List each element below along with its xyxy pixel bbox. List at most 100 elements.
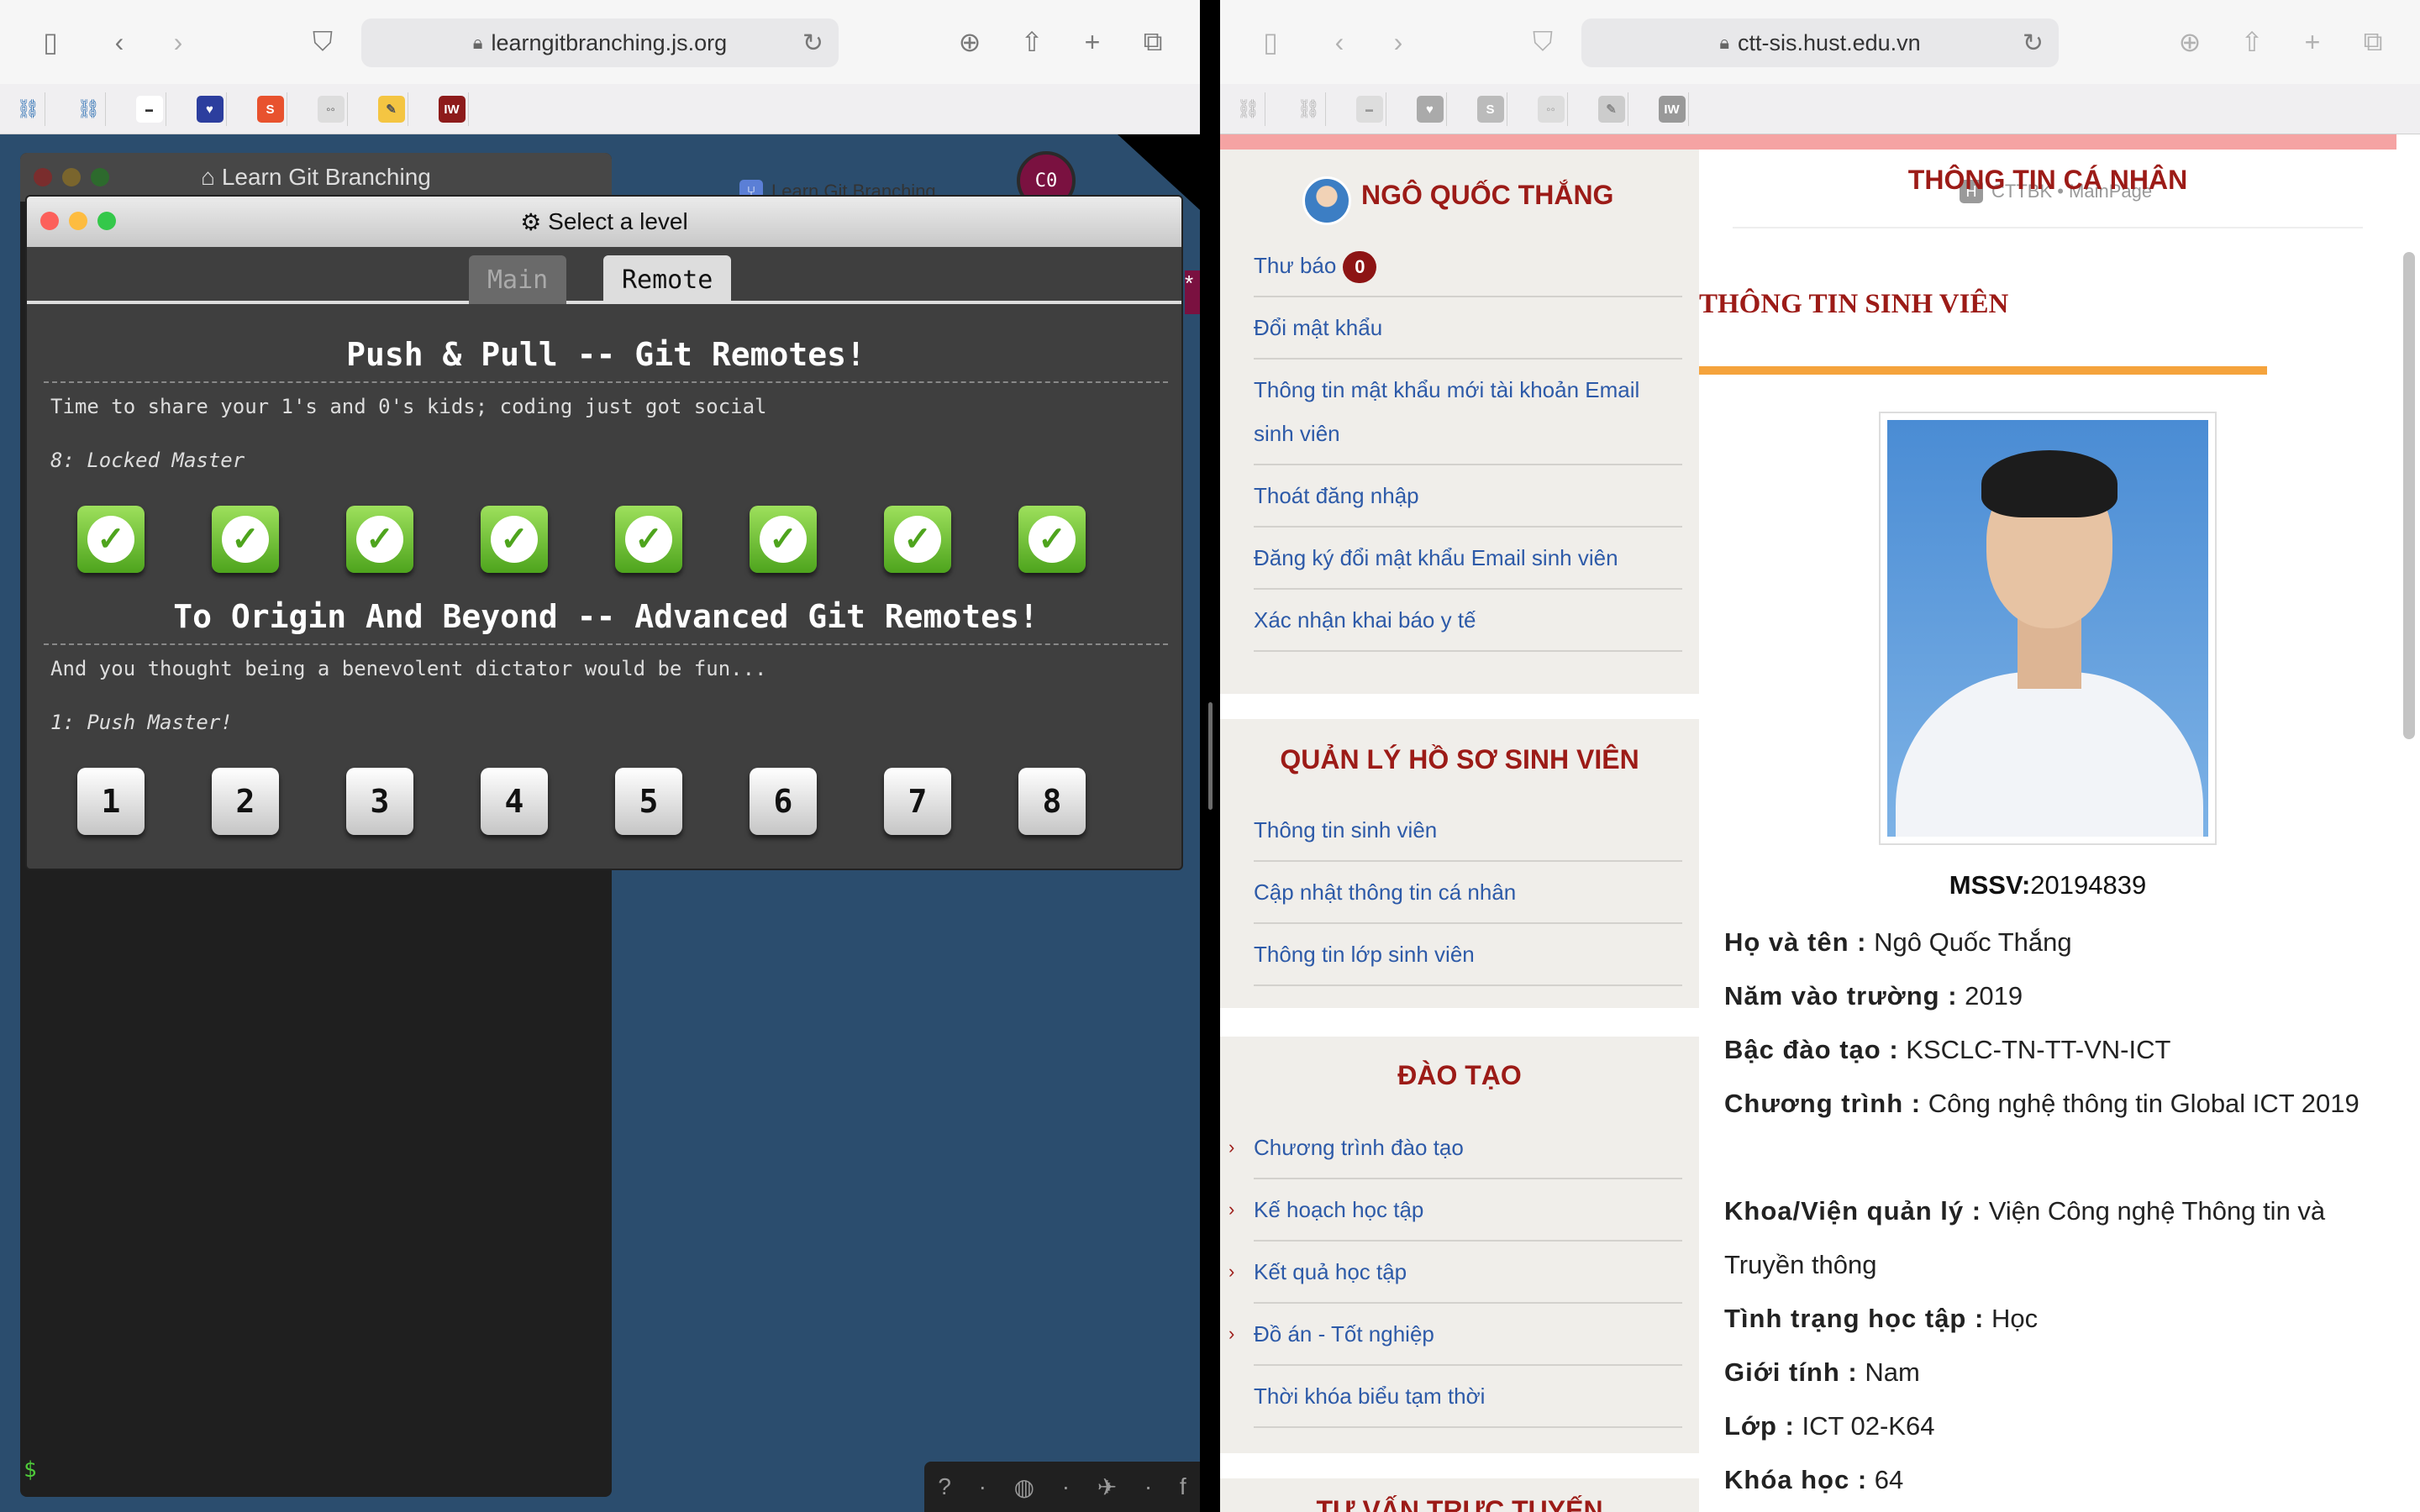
reload-icon[interactable]: ↻ — [2023, 29, 2044, 58]
download-icon[interactable]: ⊕ — [2170, 22, 2210, 62]
new-tab-icon[interactable]: + — [2292, 22, 2333, 62]
sidebar-item[interactable]: › Đồ án - Tốt nghiệp — [1228, 1304, 1682, 1366]
level-button-completed[interactable]: ✓ — [212, 506, 279, 573]
split-view-divider[interactable] — [1200, 0, 1220, 1512]
level-button[interactable]: 8 — [1018, 768, 1086, 835]
level-button[interactable]: 3 — [346, 768, 413, 835]
globe-icon[interactable]: ◍ — [1014, 1473, 1034, 1501]
sidebar-item[interactable]: Thông tin sinh viên — [1254, 800, 1682, 862]
sidebar-item[interactable]: › Kế hoạch học tập — [1228, 1179, 1682, 1242]
help-icon[interactable]: ? — [938, 1473, 951, 1500]
bookmark-1[interactable]: ⛓ — [12, 92, 45, 126]
bookmark-8[interactable]: IW — [435, 92, 469, 126]
level-button-completed[interactable]: ✓ — [346, 506, 413, 573]
modal-zoom-icon[interactable] — [97, 212, 116, 230]
address-bar[interactable]: 🔒︎ ctt-sis.hust.edu.vn ↻ — [1581, 18, 2059, 67]
download-icon[interactable]: ⊕ — [950, 22, 990, 62]
sidebar-item-label: Thông tin sinh viên — [1254, 817, 1438, 843]
sidebar-item-label: Kết quả học tập — [1254, 1259, 1407, 1284]
bookmark-5[interactable]: S — [1474, 92, 1507, 126]
top-accent-line — [1220, 134, 2396, 150]
bookmark-3[interactable]: ▬ — [1353, 92, 1386, 126]
sidebar-item[interactable]: › Kết quả học tập — [1228, 1242, 1682, 1304]
close-icon[interactable] — [34, 168, 52, 186]
level-button[interactable]: 5 — [615, 768, 682, 835]
address-bar[interactable]: 🔒︎ learngitbranching.js.org ↻ — [361, 18, 839, 67]
level-button[interactable]: 2 — [212, 768, 279, 835]
sidebar-item[interactable]: Đăng ký đổi mật khẩu Email sinh viên — [1254, 528, 1682, 590]
share-icon[interactable]: ⇧ — [2232, 22, 2272, 62]
reload-icon[interactable]: ↻ — [802, 29, 823, 58]
sidebar-item[interactable]: Thông tin mật khẩu mới tài khoản Email s… — [1254, 360, 1682, 465]
info-row: Chương trình : Công nghệ thông tin Globa… — [1724, 1077, 2380, 1131]
privacy-shield-icon[interactable]: ⛉ — [1523, 22, 1563, 62]
modal-minimize-icon[interactable] — [69, 212, 87, 230]
level-button[interactable]: 7 — [884, 768, 951, 835]
bookmark-6[interactable]: ◦◦ — [1534, 92, 1568, 126]
divider-grip[interactable] — [1208, 702, 1213, 810]
student-id-value: 20194839 — [2030, 870, 2147, 900]
info-row: Giới tính : Nam — [1724, 1346, 2380, 1399]
forward-arrow-icon[interactable]: › — [1378, 22, 1418, 62]
bookmark-4[interactable]: ♥ — [193, 92, 227, 126]
sidebar-item[interactable]: Thoát đăng nhập — [1254, 465, 1682, 528]
field-label: Lớp : — [1724, 1411, 1795, 1441]
home-icon: ⌂ — [201, 164, 222, 190]
bookmark-7[interactable]: ✎ — [375, 92, 408, 126]
tab-overview-icon[interactable]: ⧉ — [2353, 22, 2393, 62]
portrait-image — [1887, 420, 2208, 837]
level-button-completed[interactable]: ✓ — [615, 506, 682, 573]
twitter-icon[interactable]: ✈ — [1097, 1473, 1117, 1501]
sidebar-item[interactable]: › Chương trình đào tạo — [1228, 1117, 1682, 1179]
bookmark-7[interactable]: ✎ — [1595, 92, 1628, 126]
bookmark-3[interactable]: ▬ — [133, 92, 166, 126]
level-button-completed[interactable]: ✓ — [1018, 506, 1086, 573]
minimize-icon[interactable] — [62, 168, 81, 186]
unread-count-badge: 0 — [1343, 251, 1377, 284]
level-button-completed[interactable]: ✓ — [481, 506, 548, 573]
share-icon[interactable]: ⇧ — [1012, 22, 1052, 62]
accent-bar — [1699, 366, 2267, 375]
field-value: Học — [1991, 1304, 2039, 1333]
facebook-icon[interactable]: f — [1180, 1473, 1186, 1500]
side-commit-edge: * — [1185, 270, 1200, 314]
tab-overview-icon[interactable]: ⧉ — [1133, 22, 1173, 62]
sidebar-item[interactable]: Thông tin lớp sinh viên — [1254, 924, 1682, 986]
bookmark-8[interactable]: IW — [1655, 92, 1689, 126]
bookmark-6[interactable]: ◦◦ — [314, 92, 348, 126]
terminal-prompt[interactable]: $ — [24, 1457, 37, 1483]
sidebar-item[interactable]: Thời khóa biểu tạm thời — [1254, 1366, 1682, 1428]
sidebar-toggle-icon[interactable]: ▯ — [1250, 22, 1291, 62]
modal-close-icon[interactable] — [40, 212, 59, 230]
level-button-completed[interactable]: ✓ — [77, 506, 145, 573]
back-arrow-icon[interactable]: ‹ — [1319, 22, 1360, 62]
sidebar-item[interactable]: Thư báo 0 — [1254, 235, 1682, 297]
new-tab-icon[interactable]: + — [1072, 22, 1113, 62]
bookmark-1[interactable]: ⛓ — [1232, 92, 1265, 126]
sidebar-item[interactable]: Xác nhận khai báo y tế — [1254, 590, 1682, 652]
page-scrollbar[interactable] — [2403, 252, 2415, 739]
sidebar-item-label: Thông tin mật khẩu mới tài khoản Email s… — [1254, 377, 1640, 446]
bookmark-4[interactable]: ♥ — [1413, 92, 1447, 126]
back-arrow-icon[interactable]: ‹ — [99, 22, 139, 62]
level-button-completed[interactable]: ✓ — [750, 506, 817, 573]
sidebar-toggle-icon[interactable]: ▯ — [30, 22, 71, 62]
forward-arrow-icon[interactable]: › — [158, 22, 198, 62]
bookmark-5[interactable]: S — [254, 92, 287, 126]
field-label: Chương trình : — [1724, 1089, 1922, 1118]
level-button[interactable]: 4 — [481, 768, 548, 835]
level-button-completed[interactable]: ✓ — [884, 506, 951, 573]
lock-icon: 🔒︎ — [1719, 32, 1730, 53]
level-button[interactable]: 1 — [77, 768, 145, 835]
sidebar-item[interactable]: Cập nhật thông tin cá nhân — [1254, 862, 1682, 924]
zoom-icon[interactable] — [91, 168, 109, 186]
field-label: Bậc đào tạo : — [1724, 1035, 1899, 1064]
bookmark-2[interactable]: ⛓ — [1292, 92, 1326, 126]
level-button[interactable]: 6 — [750, 768, 817, 835]
privacy-shield-icon[interactable]: ⛉ — [302, 22, 343, 62]
tab-remote[interactable]: Remote — [603, 255, 732, 304]
sidebar-item[interactable]: Đổi mật khẩu — [1254, 297, 1682, 360]
terminal-title: Learn Git Branching — [221, 164, 431, 190]
bookmark-2[interactable]: ⛓ — [72, 92, 106, 126]
tab-main[interactable]: Main — [469, 255, 567, 304]
